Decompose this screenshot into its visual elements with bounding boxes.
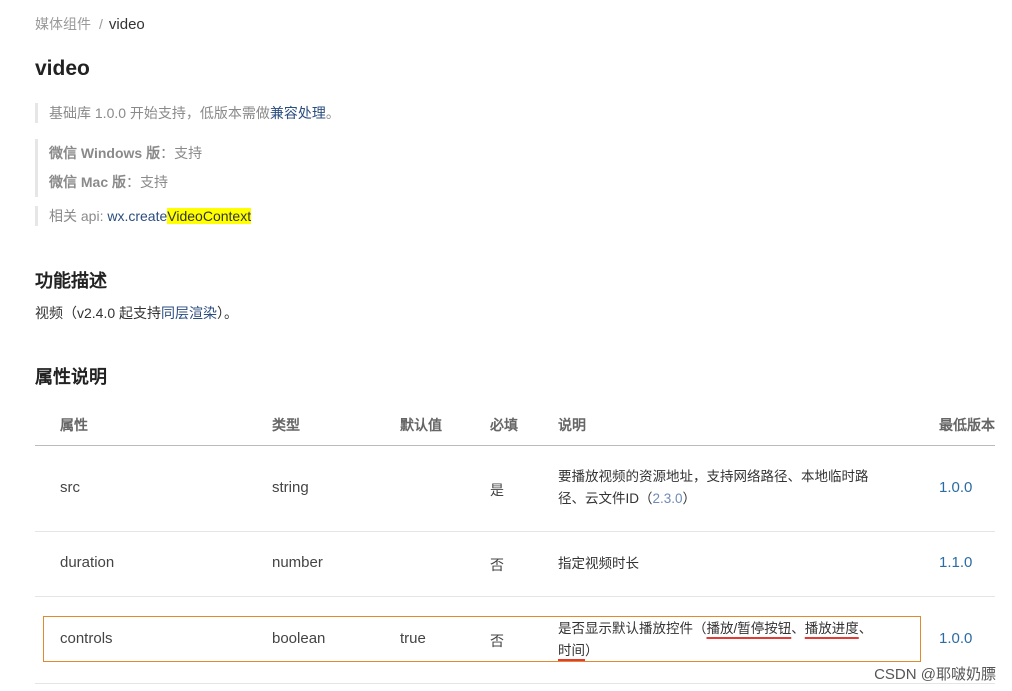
watermark: CSDN @耶啵奶膘 (874, 666, 996, 683)
feature-desc: 视频（v2.4.0 起支持同层渲染）。 (35, 303, 238, 323)
api-name-highlight: VideoContext (167, 208, 252, 224)
col-required: 必填 (490, 417, 518, 433)
breadcrumb: 媒体组件 / video (35, 14, 145, 34)
col-default: 默认值 (400, 417, 442, 433)
prop-min-version: 1.1.0 (939, 554, 973, 571)
api-link[interactable]: wx.createVideoContext (107, 208, 252, 224)
base-lib-suffix: 。 (325, 105, 340, 121)
prop-desc: 指定视频时长 (558, 556, 639, 571)
col-desc: 说明 (558, 417, 586, 433)
api-prefix: 相关 api: (49, 208, 108, 224)
table-header: 属性 类型 默认值 必填 说明 最低版本 (35, 405, 995, 446)
base-lib-text: 基础库 1.0.0 开始支持，低版本需做 (49, 105, 270, 121)
col-name: 属性 (60, 417, 88, 433)
feature-text: 视频（v2.4.0 起支持 (35, 305, 162, 321)
prop-required: 是 (490, 482, 504, 498)
prop-min-version: 1.0.0 (939, 630, 973, 647)
mac-value: ：支持 (126, 174, 169, 190)
desc-line2-text: 径、云文件ID（ (558, 491, 653, 506)
prop-min-version: 1.0.0 (939, 479, 973, 496)
prop-required: 否 (490, 557, 504, 573)
base-lib-note: 基础库 1.0.0 开始支持，低版本需做兼容处理。 (35, 103, 340, 123)
api-name-a: wx.create (107, 208, 168, 224)
feature-suffix: ）。 (217, 305, 239, 321)
prop-desc: 要播放视频的资源地址，支持网络路径、本地临时路 径、云文件ID（2.3.0） (558, 466, 898, 510)
table-row: duration number 否 指定视频时长 1.1.0 (35, 532, 995, 597)
table-row: src string 是 要播放视频的资源地址，支持网络路径、本地临时路 径、云… (35, 446, 995, 532)
breadcrumb-separator: / (99, 16, 103, 32)
desc-line1: 要播放视频的资源地址，支持网络路径、本地临时路 (558, 469, 869, 484)
breadcrumb-parent-link[interactable]: 媒体组件 (35, 16, 91, 32)
props-title: 属性说明 (35, 367, 107, 387)
breadcrumb-current: video (108, 16, 145, 33)
page-title: video (35, 57, 90, 80)
prop-type: string (272, 479, 309, 496)
windows-value: ：支持 (160, 145, 203, 161)
mac-support: 微信 Mac 版：支持 (49, 168, 202, 197)
desc-version: 2.3.0 (652, 491, 683, 506)
platform-note: 微信 Windows 版：支持 微信 Mac 版：支持 (35, 139, 202, 197)
prop-type: number (272, 554, 323, 571)
mac-label: 微信 Mac 版 (49, 174, 127, 190)
windows-support: 微信 Windows 版：支持 (49, 139, 202, 168)
same-layer-link[interactable]: 同层渲染 (161, 305, 217, 321)
prop-name: duration (60, 554, 115, 571)
compat-link[interactable]: 兼容处理 (270, 105, 326, 121)
col-min-version: 最低版本 (939, 417, 995, 433)
desc-line2-suffix: ） (682, 491, 697, 506)
highlight-box (43, 616, 921, 662)
windows-label: 微信 Windows 版 (49, 145, 161, 161)
desc-line2: 径、云文件ID（2.3.0） (558, 488, 898, 510)
feature-title: 功能描述 (35, 271, 107, 291)
prop-name: src (60, 479, 80, 496)
col-type: 类型 (272, 417, 300, 433)
api-note: 相关 api: wx.createVideoContext (35, 206, 252, 226)
